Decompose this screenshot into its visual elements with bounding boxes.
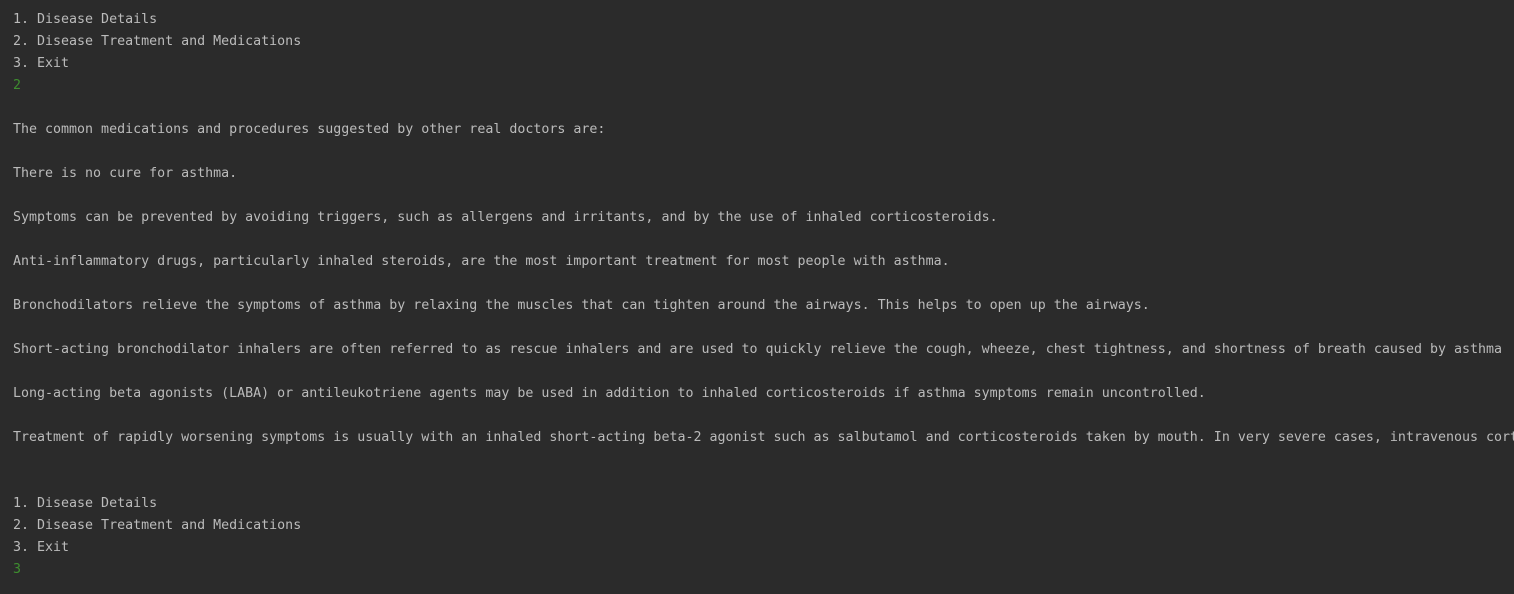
output-line: Long-acting beta agonists (LABA) or anti… [13,386,1206,401]
output-line: Symptoms can be prevented by avoiding tr… [13,210,998,225]
output-line: Bronchodilators relieve the symptoms of … [13,298,1150,313]
menu-item-disease-details: 1. Disease Details [13,496,158,511]
user-input-choice: 2 [13,78,22,93]
menu-item-exit: 3. Exit [13,540,70,555]
menu-item-disease-details: 1. Disease Details [13,12,158,27]
menu-item-treatment: 2. Disease Treatment and Medications [13,518,302,533]
menu-item-treatment: 2. Disease Treatment and Medications [13,34,302,49]
output-intro: The common medications and procedures su… [13,122,606,137]
user-input-choice: 3 [13,562,22,577]
output-line: There is no cure for asthma. [13,166,238,181]
menu-item-exit: 3. Exit [13,56,70,71]
output-line: Anti-inflammatory drugs, particularly in… [13,254,950,269]
output-line: Treatment of rapidly worsening symptoms … [13,430,1514,445]
console-output[interactable]: 1. Disease Details 2. Disease Treatment … [0,0,1514,594]
output-line: Short-acting bronchodilator inhalers are… [13,342,1503,357]
